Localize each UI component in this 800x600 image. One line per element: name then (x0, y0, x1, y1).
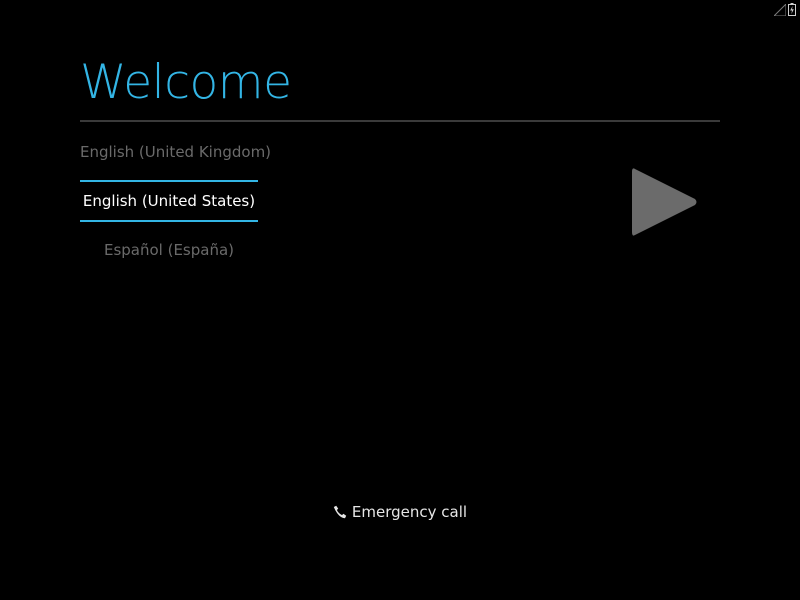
play-arrow-icon (632, 168, 697, 236)
language-picker[interactable]: English (United Kingdom) English (United… (80, 128, 271, 274)
status-bar (774, 2, 796, 16)
battery-charging-icon (788, 3, 796, 16)
emergency-call-button[interactable]: Emergency call (0, 500, 800, 524)
page-title: Welcome (80, 55, 292, 110)
next-button[interactable] (631, 166, 699, 238)
setup-wizard-screen: Welcome English (United Kingdom) English… (0, 0, 800, 600)
language-option-en-gb[interactable]: English (United Kingdom) (80, 128, 271, 176)
language-option-es-es[interactable]: Español (España) (80, 226, 258, 274)
emergency-call-label: Emergency call (351, 503, 468, 521)
phone-icon (333, 505, 347, 519)
language-option-en-us[interactable]: English (United States) (80, 180, 258, 222)
signal-icon (774, 4, 786, 16)
title-divider (80, 120, 720, 122)
